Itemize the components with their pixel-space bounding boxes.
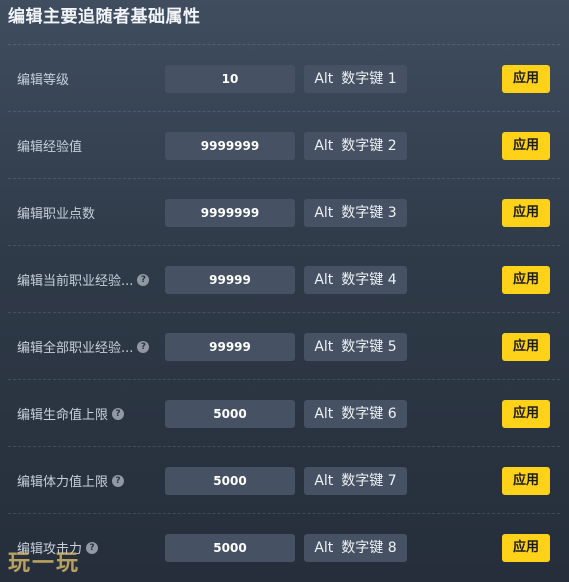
attribute-row-class-points: 编辑职业点数 9999999 Alt 数字键 3 应用 bbox=[8, 178, 560, 245]
hotkey-modifier: Alt bbox=[314, 205, 334, 221]
hotkey-badge: Alt 数字键 5 bbox=[304, 333, 407, 361]
label-wrap: 编辑攻击力 ? bbox=[17, 514, 99, 581]
hotkey-modifier: Alt bbox=[314, 138, 334, 154]
attribute-row-max-hp: 编辑生命值上限 ? 5000 Alt 数字键 6 应用 bbox=[8, 379, 560, 446]
hotkey-badge: Alt 数字键 8 bbox=[304, 534, 407, 562]
value-input[interactable]: 99999 bbox=[165, 333, 295, 361]
apply-button[interactable]: 应用 bbox=[502, 132, 550, 160]
apply-button[interactable]: 应用 bbox=[502, 400, 550, 428]
label-wrap: 编辑生命值上限 ? bbox=[17, 380, 125, 447]
hotkey-modifier: Alt bbox=[314, 339, 334, 355]
value-input[interactable]: 5000 bbox=[165, 400, 295, 428]
attribute-row-attack: 编辑攻击力 ? 5000 Alt 数字键 8 应用 bbox=[8, 513, 560, 580]
attribute-label: 编辑全部职业经验... bbox=[17, 341, 134, 356]
attribute-row-max-stamina: 编辑体力值上限 ? 5000 Alt 数字键 7 应用 bbox=[8, 446, 560, 513]
hotkey-modifier: Alt bbox=[314, 71, 334, 87]
label-wrap: 编辑体力值上限 ? bbox=[17, 447, 125, 514]
hotkey-key: 数字键 5 bbox=[341, 339, 397, 355]
help-icon[interactable]: ? bbox=[137, 273, 150, 286]
attribute-label: 编辑体力值上限 bbox=[17, 475, 109, 490]
hotkey-modifier: Alt bbox=[314, 406, 334, 422]
label-wrap: 编辑职业点数 bbox=[17, 179, 95, 246]
attribute-list: 编辑等级 10 Alt 数字键 1 应用 编辑经验值 9999999 Alt 数字键… bbox=[8, 44, 560, 580]
hotkey-badge: Alt 数字键 3 bbox=[304, 199, 407, 227]
label-wrap: 编辑经验值 bbox=[17, 112, 82, 179]
hotkey-modifier: Alt bbox=[314, 272, 334, 288]
label-wrap: 编辑全部职业经验... ? bbox=[17, 313, 150, 380]
apply-button[interactable]: 应用 bbox=[502, 333, 550, 361]
hotkey-key: 数字键 6 bbox=[341, 406, 397, 422]
value-input[interactable]: 10 bbox=[165, 65, 295, 93]
panel-title: 编辑主要追随者基础属性 bbox=[8, 7, 201, 27]
value-input[interactable]: 9999999 bbox=[165, 199, 295, 227]
hotkey-badge: Alt 数字键 1 bbox=[304, 65, 407, 93]
help-icon[interactable]: ? bbox=[112, 407, 125, 420]
hotkey-key: 数字键 3 bbox=[341, 205, 397, 221]
apply-button[interactable]: 应用 bbox=[502, 467, 550, 495]
value-input[interactable]: 5000 bbox=[165, 467, 295, 495]
hotkey-badge: Alt 数字键 7 bbox=[304, 467, 407, 495]
attribute-label: 编辑当前职业经验... bbox=[17, 274, 134, 289]
attribute-label: 编辑生命值上限 bbox=[17, 408, 109, 423]
apply-button[interactable]: 应用 bbox=[502, 199, 550, 227]
attribute-label: 编辑等级 bbox=[17, 73, 70, 88]
label-wrap: 编辑当前职业经验... ? bbox=[17, 246, 150, 313]
hotkey-key: 数字键 7 bbox=[341, 473, 397, 489]
trainer-panel: 编辑主要追随者基础属性 编辑等级 10 Alt 数字键 1 应用 编辑经验值 99… bbox=[0, 0, 569, 582]
hotkey-modifier: Alt bbox=[314, 473, 334, 489]
label-wrap: 编辑等级 bbox=[17, 45, 69, 112]
hotkey-badge: Alt 数字键 4 bbox=[304, 266, 407, 294]
hotkey-key: 数字键 1 bbox=[341, 71, 397, 87]
attribute-label: 编辑攻击力 bbox=[17, 542, 83, 557]
attribute-row-all-class-exp: 编辑全部职业经验... ? 99999 Alt 数字键 5 应用 bbox=[8, 312, 560, 379]
hotkey-key: 数字键 4 bbox=[341, 272, 397, 288]
attribute-row-current-class-exp: 编辑当前职业经验... ? 99999 Alt 数字键 4 应用 bbox=[8, 245, 560, 312]
attribute-row-level: 编辑等级 10 Alt 数字键 1 应用 bbox=[8, 44, 560, 111]
help-icon[interactable]: ? bbox=[112, 474, 125, 487]
hotkey-badge: Alt 数字键 2 bbox=[304, 132, 407, 160]
attribute-row-exp: 编辑经验值 9999999 Alt 数字键 2 应用 bbox=[8, 111, 560, 178]
value-input[interactable]: 5000 bbox=[165, 534, 295, 562]
value-input[interactable]: 9999999 bbox=[165, 132, 295, 160]
apply-button[interactable]: 应用 bbox=[502, 65, 550, 93]
hotkey-modifier: Alt bbox=[314, 540, 334, 556]
help-icon[interactable]: ? bbox=[137, 340, 150, 353]
apply-button[interactable]: 应用 bbox=[502, 534, 550, 562]
hotkey-badge: Alt 数字键 6 bbox=[304, 400, 407, 428]
hotkey-key: 数字键 8 bbox=[341, 540, 397, 556]
attribute-label: 编辑经验值 bbox=[17, 140, 83, 155]
help-icon[interactable]: ? bbox=[86, 541, 99, 554]
hotkey-key: 数字键 2 bbox=[341, 138, 397, 154]
value-input[interactable]: 99999 bbox=[165, 266, 295, 294]
apply-button[interactable]: 应用 bbox=[502, 266, 550, 294]
attribute-label: 编辑职业点数 bbox=[17, 207, 96, 222]
